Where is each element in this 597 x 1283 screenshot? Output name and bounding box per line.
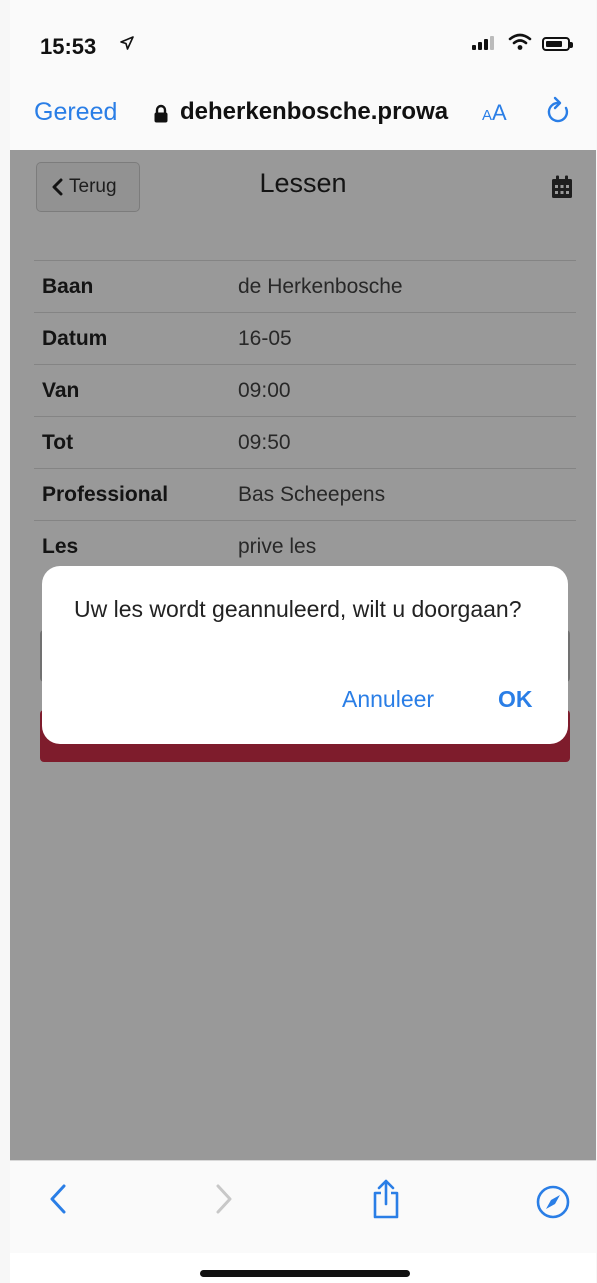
reload-icon[interactable] xyxy=(546,96,572,126)
dialog-cancel-button[interactable]: Annuleer xyxy=(342,686,434,713)
battery-icon xyxy=(542,37,573,51)
dialog-message: Uw les wordt geannuleerd, wilt u doorgaa… xyxy=(74,596,522,622)
confirm-dialog: Uw les wordt geannuleerd, wilt u doorgaa… xyxy=(42,566,568,744)
text-size-button[interactable]: AA xyxy=(482,100,507,126)
home-indicator xyxy=(200,1270,410,1277)
done-button[interactable]: Gereed xyxy=(34,98,117,127)
browser-address-bar: Gereed deherkenbosche.prowa AA xyxy=(10,82,596,151)
dialog-ok-button[interactable]: OK xyxy=(498,686,533,713)
phone-screen: 15:53 Gereed deherkenbosche.prowa AA Ter… xyxy=(10,0,596,1283)
location-arrow-icon xyxy=(120,36,134,50)
browser-toolbar xyxy=(10,1160,596,1253)
compass-icon[interactable] xyxy=(536,1185,570,1219)
lock-icon xyxy=(154,104,168,123)
url-field[interactable]: deherkenbosche.prowa xyxy=(180,98,474,126)
status-time: 15:53 xyxy=(40,34,97,59)
cellular-signal-icon xyxy=(472,36,496,50)
wifi-icon xyxy=(508,33,532,50)
back-icon[interactable] xyxy=(48,1183,68,1215)
text-size-small-glyph: A xyxy=(482,107,493,124)
forward-icon[interactable] xyxy=(214,1183,234,1215)
text-size-big-glyph: A xyxy=(492,100,507,125)
status-bar: 15:53 xyxy=(10,0,596,90)
share-icon[interactable] xyxy=(371,1179,401,1219)
